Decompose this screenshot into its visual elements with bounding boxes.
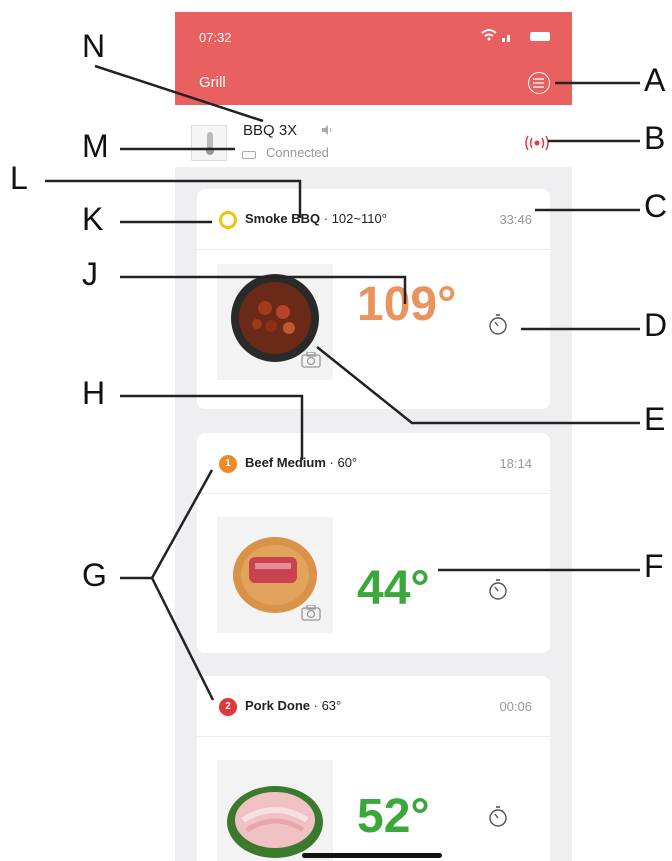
callout-label-l: L — [10, 160, 28, 196]
callout-label-m: M — [82, 128, 109, 164]
callout-label-k: K — [82, 201, 104, 237]
callout-label-f: F — [644, 548, 664, 584]
callout-label-d: D — [644, 307, 668, 343]
callout-label-h: H — [82, 375, 106, 411]
callout-label-a: A — [644, 62, 666, 98]
callout-label-c: C — [644, 188, 668, 224]
callout-label-b: B — [644, 120, 666, 156]
callout-label-g: G — [82, 557, 107, 593]
callout-label-j: J — [82, 256, 98, 292]
callout-label-e: E — [644, 401, 666, 437]
callout-label-n: N — [82, 28, 106, 64]
